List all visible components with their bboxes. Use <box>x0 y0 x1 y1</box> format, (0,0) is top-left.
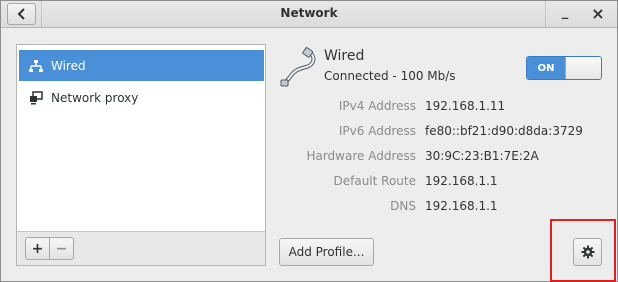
list-toolbar: + − <box>17 231 265 265</box>
hardware-address-value: 30:9C:23:B1:7E:2A <box>425 149 539 163</box>
add-profile-button[interactable]: Add Profile... <box>279 238 374 266</box>
window-title: Network <box>280 6 338 20</box>
header-separator <box>545 1 546 27</box>
add-connection-button[interactable]: + <box>25 237 50 260</box>
wired-network-icon <box>29 59 43 73</box>
network-window: Network _ × Wired Network proxy + − Wire… <box>0 0 618 282</box>
minimize-button[interactable]: _ <box>554 2 576 22</box>
ipv6-value: fe80::bf21:d90:d8da:3729 <box>425 124 583 138</box>
toggle-on-label: ON <box>527 57 565 79</box>
sidebar-item-label: Wired <box>51 58 86 73</box>
sidebar-item-wired[interactable]: Wired <box>19 50 264 81</box>
device-status: Connected - 100 Mb/s <box>324 69 456 83</box>
close-button[interactable]: × <box>587 3 609 23</box>
hardware-address-label: Hardware Address <box>306 149 416 163</box>
ipv6-label: IPv6 Address <box>338 124 416 138</box>
default-route-value: 192.168.1.1 <box>425 174 498 188</box>
default-route-label: Default Route <box>333 174 417 188</box>
annotation-highlight-box <box>550 219 616 282</box>
header-bar: Network _ × <box>1 1 617 28</box>
device-name: Wired <box>324 48 365 64</box>
wired-connection-icon <box>280 47 316 87</box>
dns-label: DNS <box>390 199 416 213</box>
toggle-knob <box>565 57 601 79</box>
ipv4-value: 192.168.1.11 <box>425 99 506 113</box>
connection-toggle[interactable]: ON <box>526 56 602 80</box>
dns-value: 192.168.1.1 <box>425 199 498 213</box>
remove-connection-button[interactable]: − <box>49 237 74 260</box>
ipv4-label: IPv4 Address <box>338 99 416 113</box>
